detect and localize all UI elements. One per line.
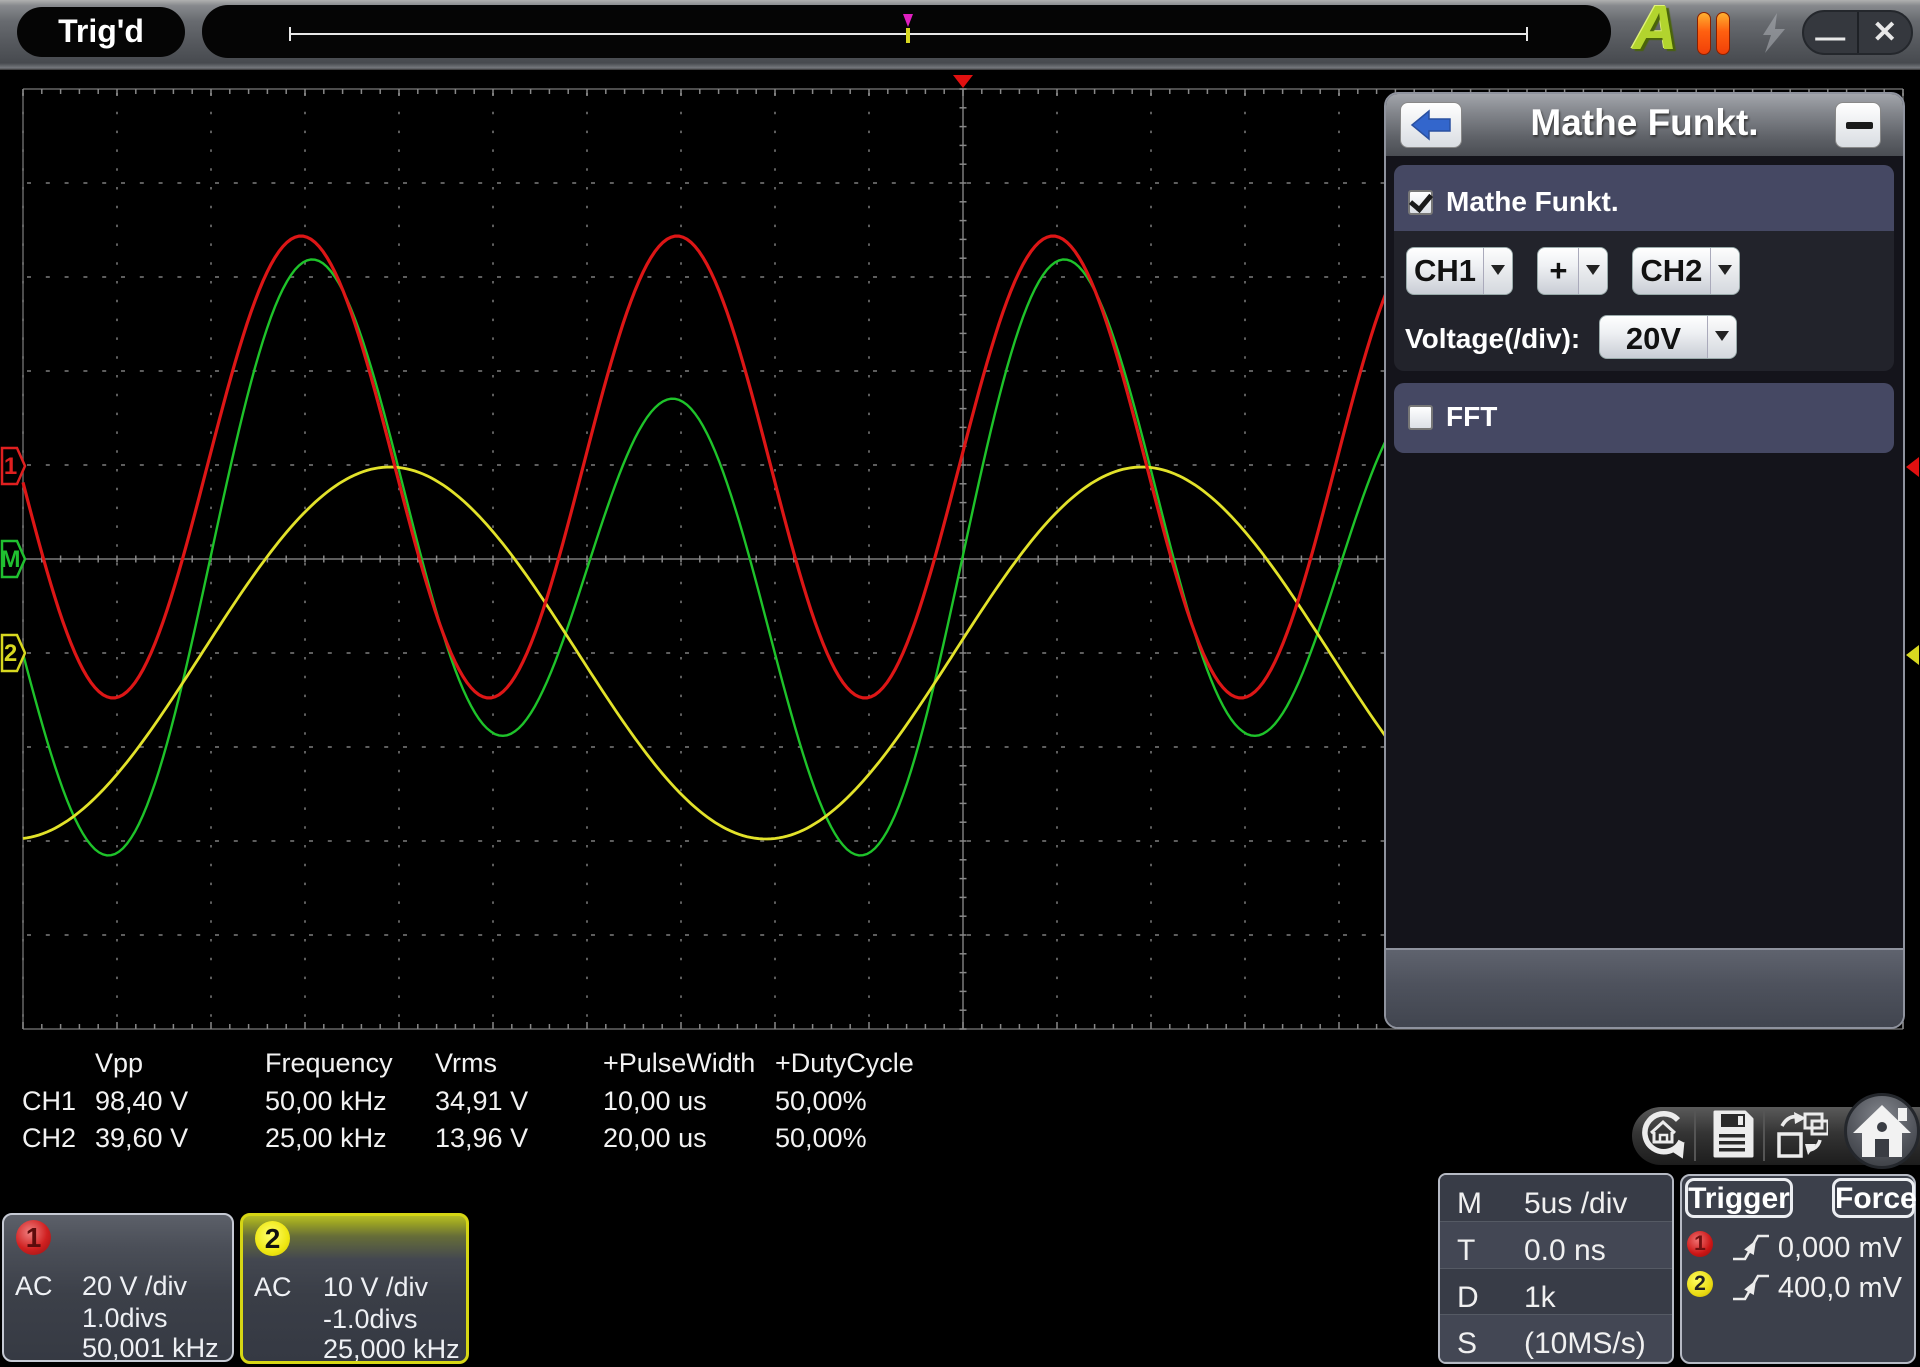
svg-text:1: 1 <box>4 453 17 480</box>
svg-text:2: 2 <box>4 640 17 667</box>
svg-text:M: M <box>1 546 21 573</box>
